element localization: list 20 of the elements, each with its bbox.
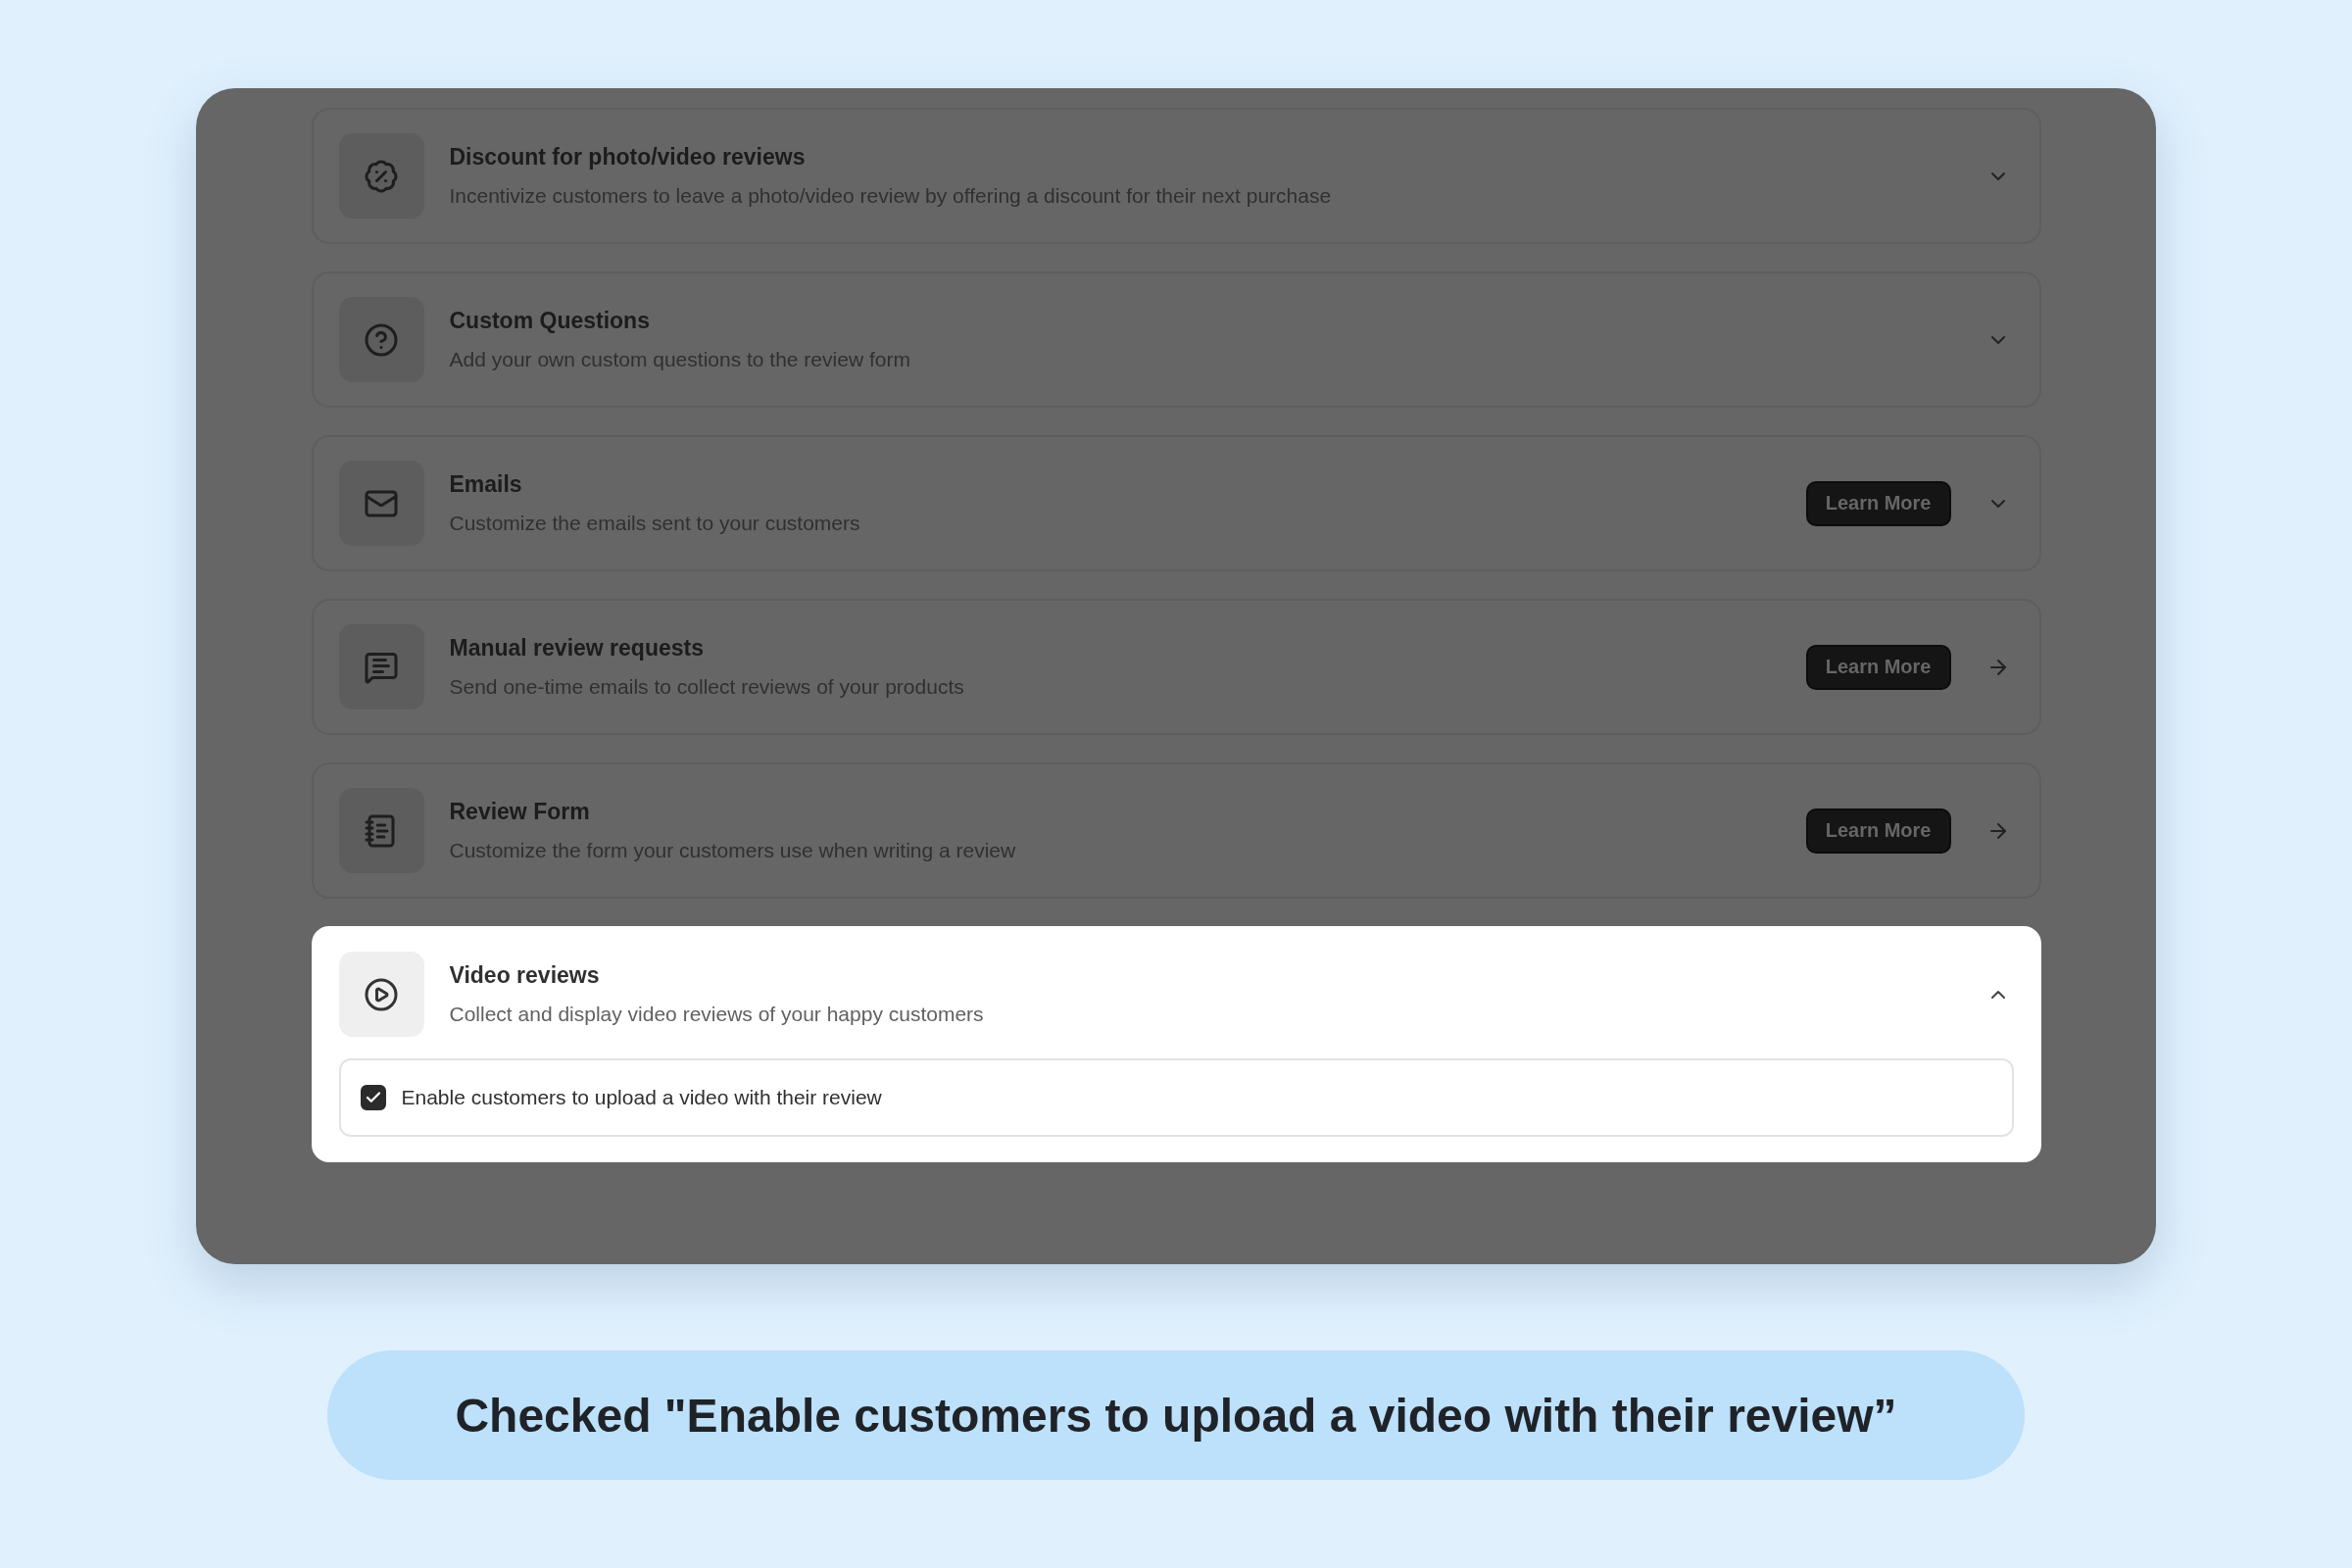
learn-more-button[interactable]: Learn More [1805, 808, 1951, 854]
card-description: Collect and display video reviews of your happy customers [449, 1003, 985, 1026]
checkbox-label: Enable customers to upload a video with their review [401, 1086, 882, 1109]
play-icon [338, 952, 424, 1037]
card-title: Video reviews [449, 962, 601, 989]
card-title: Custom Questions [449, 308, 651, 334]
checkbox[interactable] [360, 1085, 386, 1110]
caption-banner: Checked "Enable customers to upload a video with their review” [327, 1350, 2025, 1480]
badge-percent-icon [338, 133, 424, 219]
help-icon [338, 297, 424, 382]
settings-card[interactable]: Video reviews Collect and display video reviews of your happy customers Enable customers to upload a video with their review [311, 926, 2041, 1162]
learn-more-button[interactable]: Learn More [1805, 480, 1951, 526]
chat-icon [338, 624, 424, 710]
form-icon [338, 788, 424, 873]
card-title: Review Form [449, 799, 591, 825]
card-title: Manual review requests [449, 635, 705, 662]
learn-more-button[interactable]: Learn More [1805, 644, 1951, 690]
card-title: Emails [449, 471, 523, 498]
mail-icon [338, 461, 424, 546]
card-title: Discount for photo/video reviews [449, 144, 807, 171]
